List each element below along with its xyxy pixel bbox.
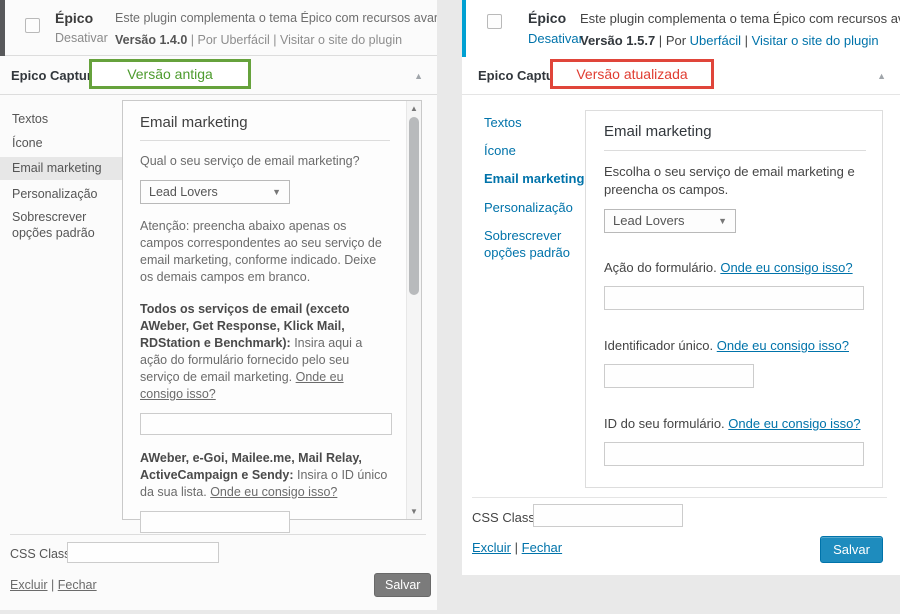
css-class-label: CSS Class: [472, 510, 538, 525]
chevron-down-icon: ▼ [272, 181, 281, 203]
dropdown-value: Lead Lovers [149, 185, 218, 199]
form-id-help-link[interactable]: Onde eu consigo isso? [728, 416, 860, 431]
close-link[interactable]: Fechar [522, 540, 562, 555]
deactivate-link[interactable]: Desativar [528, 31, 583, 46]
separator: | [51, 578, 54, 592]
plugin-site-link[interactable]: Visitar o site do plugin [752, 33, 879, 48]
dropdown-value: Lead Lovers [613, 213, 685, 228]
footer-links: Excluir | Fechar [10, 578, 97, 592]
collapse-arrow-icon[interactable]: ▲ [877, 71, 886, 81]
comparison-page: Épico Desativar Este plugin complementa … [0, 0, 900, 614]
new-version-panel: Épico Desativar Este plugin complementa … [462, 0, 900, 575]
sidebar-item-email-marketing[interactable]: Email marketing [484, 170, 584, 187]
sidebar-item-sobrescrever[interactable]: Sobrescrever opções padrão [12, 209, 124, 241]
save-button[interactable]: Salvar [374, 573, 431, 597]
form-action-input[interactable] [140, 413, 392, 435]
separator: | [659, 33, 662, 48]
settings-panel-content: Email marketing Escolha o seu serviço de… [604, 123, 866, 466]
sidebar-item-personalizacao[interactable]: Personalização [12, 186, 97, 202]
footer-divider [472, 497, 887, 498]
plugin-description: Este plugin complementa o tema Épico com… [115, 11, 437, 25]
plugin-row: Épico Desativar Este plugin complementa … [0, 0, 437, 56]
by-label: Por [666, 33, 686, 48]
unique-id-input[interactable] [604, 364, 754, 388]
section-heading: Email marketing [604, 123, 866, 151]
plugin-version: Versão 1.4.0 [115, 33, 187, 47]
plugin-title: Épico [55, 10, 93, 26]
sidebar-item-textos[interactable]: Textos [484, 114, 522, 131]
chevron-down-icon: ▼ [718, 210, 727, 232]
plugin-row-accent-bar [0, 0, 5, 56]
deactivate-link[interactable]: Desativar [55, 31, 108, 45]
plugin-meta: Versão 1.4.0 | Por Uberfácil | Visitar o… [115, 33, 402, 47]
delete-link[interactable]: Excluir [10, 578, 48, 592]
list-id-help: AWeber, e-Goi, Mailee.me, Mail Relay, Ac… [140, 450, 390, 501]
form-action-help-link[interactable]: Onde eu consigo isso? [720, 260, 852, 275]
settings-panel: Email marketing Escolha o seu serviço de… [585, 110, 883, 488]
active-plugin-bar [462, 0, 466, 57]
annotation-old-version: Versão antiga [89, 59, 251, 89]
widget-title: Epico Capture [11, 68, 99, 83]
list-id-help-link[interactable]: Onde eu consigo isso? [210, 485, 337, 499]
sidebar-item-sobrescrever[interactable]: Sobrescrever opções padrão [484, 227, 584, 261]
form-action-input[interactable] [604, 286, 864, 310]
email-service-dropdown[interactable]: Lead Lovers ▼ [140, 180, 290, 204]
footer-divider [10, 534, 426, 535]
scroll-down-icon[interactable]: ▼ [407, 507, 421, 516]
email-service-dropdown[interactable]: Lead Lovers ▼ [604, 209, 736, 233]
collapse-arrow-icon[interactable]: ▲ [414, 71, 423, 81]
plugin-title: Épico [528, 10, 566, 26]
author-link[interactable]: Uberfácil [690, 33, 741, 48]
annotation-new-version: Versão atualizada [550, 59, 714, 89]
scrollbar[interactable]: ▲ ▼ [406, 101, 421, 519]
settings-panel-content: Email marketing Qual o seu serviço de em… [140, 114, 390, 533]
section-heading: Email marketing [140, 114, 390, 141]
sidebar-item-icone[interactable]: Ícone [12, 135, 43, 151]
scroll-up-icon[interactable]: ▲ [407, 104, 421, 113]
save-button[interactable]: Salvar [820, 536, 883, 563]
old-version-panel: Épico Desativar Este plugin complementa … [0, 0, 437, 610]
intro-text: Escolha o seu serviço de email marketing… [604, 163, 866, 199]
unique-id-help-link[interactable]: Onde eu consigo isso? [717, 338, 849, 353]
css-class-label: CSS Class: [10, 547, 74, 561]
by-label: Por [198, 33, 217, 47]
plugin-checkbox[interactable] [25, 18, 40, 33]
form-action-text: Ação do formulário. [604, 260, 720, 275]
plugin-checkbox[interactable] [487, 14, 502, 29]
service-question: Qual o seu serviço de email marketing? [140, 153, 390, 170]
unique-id-text: Identificador único. [604, 338, 717, 353]
plugin-description: Este plugin complementa o tema Épico com… [580, 11, 900, 26]
sidebar-item-personalizacao[interactable]: Personalização [484, 199, 573, 216]
css-class-input[interactable] [533, 504, 683, 527]
scrollbar-thumb[interactable] [409, 117, 419, 295]
unique-id-label: Identificador único. Onde eu consigo iss… [604, 337, 866, 355]
form-id-text: ID do seu formulário. [604, 416, 728, 431]
css-class-input[interactable] [67, 542, 219, 563]
separator: | [515, 540, 518, 555]
sidebar-item-icone[interactable]: Ícone [484, 142, 516, 159]
form-action-help: Todos os serviços de email (exceto AWebe… [140, 301, 390, 403]
plugin-version: Versão 1.5.7 [580, 33, 655, 48]
plugin-meta: Versão 1.5.7 | Por Uberfácil | Visitar o… [580, 33, 879, 48]
delete-link[interactable]: Excluir [472, 540, 511, 555]
list-id-input[interactable] [140, 511, 290, 533]
close-link[interactable]: Fechar [58, 578, 97, 592]
plugin-site-link[interactable]: Visitar o site do plugin [280, 33, 402, 47]
separator: | [745, 33, 748, 48]
footer-links: Excluir | Fechar [472, 540, 562, 555]
form-id-input[interactable] [604, 442, 864, 466]
form-id-label: ID do seu formulário. Onde eu consigo is… [604, 415, 866, 433]
author-link[interactable]: Uberfácil [220, 33, 269, 47]
settings-panel: Email marketing Qual o seu serviço de em… [122, 100, 422, 520]
sidebar-item-textos[interactable]: Textos [12, 111, 48, 127]
notice-text: Atenção: preencha abaixo apenas os campo… [140, 218, 390, 286]
separator: | [273, 33, 276, 47]
separator: | [191, 33, 194, 47]
sidebar-item-email-marketing[interactable]: Email marketing [12, 160, 102, 176]
form-action-label: Ação do formulário. Onde eu consigo isso… [604, 259, 866, 277]
